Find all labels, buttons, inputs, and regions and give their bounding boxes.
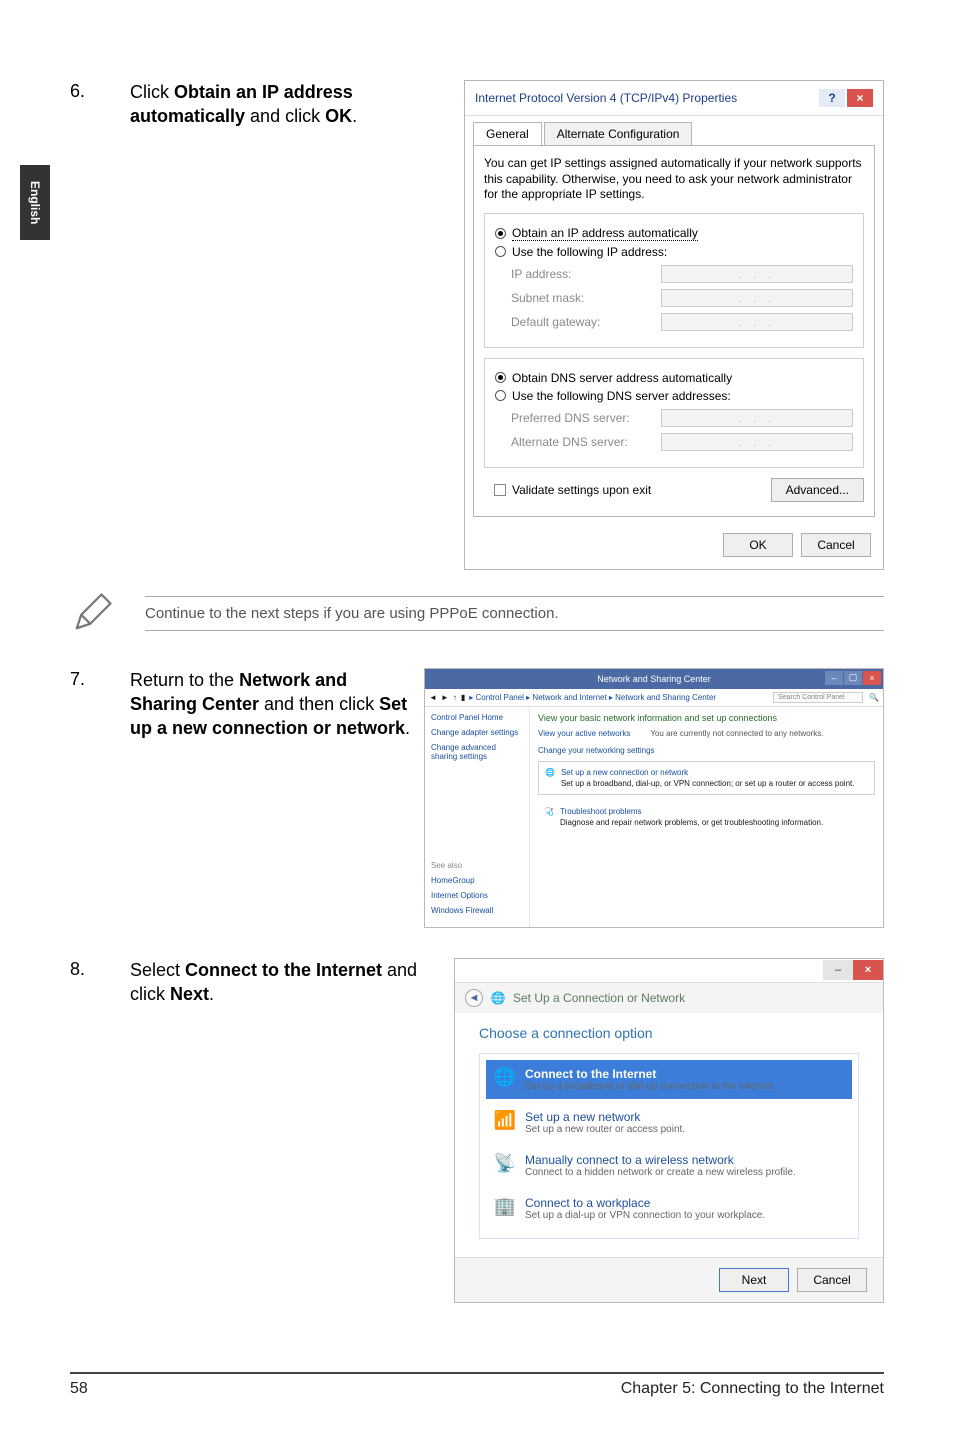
- alternate-dns-field[interactable]: . . .: [661, 433, 853, 451]
- label-use-following-ip: Use the following IP address:: [512, 245, 667, 259]
- next-button[interactable]: Next: [719, 1268, 789, 1292]
- radio-use-following-dns[interactable]: [495, 390, 506, 401]
- step8-text: Select Connect to the Internet and click…: [130, 958, 454, 1007]
- validate-checkbox[interactable]: [494, 484, 506, 496]
- option-connect-workplace-title: Connect to a workplace: [525, 1196, 765, 1210]
- option-manual-wireless[interactable]: 📡 Manually connect to a wireless network…: [486, 1146, 852, 1185]
- set-up-connection-dialog: – × ◄ 🌐 Set Up a Connection or Network C…: [454, 958, 884, 1303]
- sidebar-change-sharing[interactable]: Change advanced sharing settings: [431, 743, 523, 761]
- option-setup-new-network[interactable]: 📶 Set up a new network Set up a new rout…: [486, 1103, 852, 1142]
- help-button[interactable]: ?: [819, 89, 845, 107]
- option-connect-internet-title: Connect to the Internet: [525, 1067, 776, 1081]
- radio-obtain-dns-auto[interactable]: [495, 372, 506, 383]
- step6-text: Click Obtain an IP address automatically…: [130, 80, 464, 129]
- building-icon: 🏢: [493, 1196, 517, 1217]
- search-icon[interactable]: 🔍: [869, 693, 879, 702]
- label-obtain-dns-auto: Obtain DNS server address automatically: [512, 371, 732, 385]
- breadcrumb[interactable]: ▸ Control Panel ▸ Network and Internet ▸…: [469, 693, 716, 702]
- sidebar-windows-firewall[interactable]: Windows Firewall: [431, 906, 523, 915]
- up-arrow-icon[interactable]: ↑: [453, 693, 457, 702]
- maximize-button[interactable]: ▢: [844, 671, 862, 685]
- back-button[interactable]: ◄: [465, 989, 483, 1007]
- ok-button[interactable]: OK: [723, 533, 793, 557]
- nsc-window-title: Network and Sharing Center: [597, 674, 711, 684]
- label-subnet-mask: Subnet mask:: [511, 291, 661, 305]
- chapter-title: Chapter 5: Connecting to the Internet: [621, 1380, 884, 1398]
- option-setup-new-network-sub: Set up a new router or access point.: [525, 1124, 685, 1135]
- nsc-change-settings-heading: Change your networking settings: [538, 746, 875, 755]
- option-manual-wireless-title: Manually connect to a wireless network: [525, 1153, 796, 1167]
- nsc-setup-connection-sub: Set up a broadband, dial-up, or VPN conn…: [561, 779, 855, 788]
- addr-crumb-icon: ▮: [461, 693, 465, 702]
- nsc-troubleshoot-block[interactable]: 🩺 Troubleshoot problems Diagnose and rep…: [538, 801, 875, 833]
- label-ip-address: IP address:: [511, 267, 661, 281]
- subnet-mask-field[interactable]: . . .: [661, 289, 853, 307]
- language-tab: English: [20, 165, 50, 240]
- nsc-setup-connection-block[interactable]: 🌐 Set up a new connection or network Set…: [538, 761, 875, 795]
- page-number: 58: [70, 1380, 88, 1398]
- forward-arrow-icon[interactable]: ►: [441, 693, 449, 702]
- step8-number: 8.: [70, 958, 130, 981]
- note-text: Continue to the next steps if you are us…: [145, 596, 884, 631]
- nsc-troubleshoot-sub: Diagnose and repair network problems, or…: [560, 818, 823, 827]
- minimize-button[interactable]: –: [825, 671, 843, 685]
- nsc-setup-connection-title: Set up a new connection or network: [561, 768, 855, 777]
- router-icon: 📶: [493, 1110, 517, 1131]
- ipv4-properties-dialog: Internet Protocol Version 4 (TCP/IPv4) P…: [464, 80, 884, 570]
- nsc-troubleshoot-title: Troubleshoot problems: [560, 807, 823, 816]
- network-sharing-center-window: Network and Sharing Center – ▢ × ◄ ► ↑ ▮…: [424, 668, 884, 928]
- option-setup-new-network-title: Set up a new network: [525, 1110, 685, 1124]
- ipv4-description: You can get IP settings assigned automat…: [484, 156, 864, 203]
- step6-number: 6.: [70, 80, 130, 103]
- nsc-view-active-networks: View your active networks: [538, 729, 630, 738]
- sidebar-homegroup[interactable]: HomeGroup: [431, 876, 523, 885]
- globe-icon: 🌐: [493, 1067, 517, 1088]
- minimize-button[interactable]: –: [823, 960, 853, 980]
- language-tab-label: English: [28, 181, 42, 224]
- wizard-title: Set Up a Connection or Network: [513, 991, 685, 1005]
- label-default-gateway: Default gateway:: [511, 315, 661, 329]
- step7-number: 7.: [70, 668, 130, 691]
- nsc-no-networks: You are currently not connected to any n…: [650, 729, 823, 738]
- option-connect-internet[interactable]: 🌐 Connect to the Internet Set up a broad…: [486, 1060, 852, 1099]
- label-alternate-dns: Alternate DNS server:: [511, 435, 661, 449]
- pencil-icon: [70, 590, 125, 638]
- tab-general[interactable]: General: [473, 122, 542, 145]
- option-connect-workplace[interactable]: 🏢 Connect to a workplace Set up a dial-u…: [486, 1189, 852, 1228]
- network-wizard-icon: 🌐: [491, 991, 505, 1005]
- label-obtain-ip-auto: Obtain an IP address automatically: [512, 226, 698, 241]
- close-button[interactable]: ×: [853, 960, 883, 980]
- sidebar-see-also: See also: [431, 861, 523, 870]
- cancel-button[interactable]: Cancel: [801, 533, 871, 557]
- close-button[interactable]: ×: [863, 671, 881, 685]
- radio-obtain-ip-auto[interactable]: [495, 228, 506, 239]
- close-button[interactable]: ×: [847, 89, 873, 107]
- wireless-icon: 📡: [493, 1153, 517, 1174]
- sidebar-control-panel-home[interactable]: Control Panel Home: [431, 713, 523, 722]
- preferred-dns-field[interactable]: . . .: [661, 409, 853, 427]
- ip-address-field[interactable]: . . .: [661, 265, 853, 283]
- default-gateway-field[interactable]: . . .: [661, 313, 853, 331]
- nsc-heading: View your basic network information and …: [538, 713, 875, 723]
- radio-use-following-ip[interactable]: [495, 246, 506, 257]
- troubleshoot-icon: 🩺: [544, 807, 554, 827]
- advanced-button[interactable]: Advanced...: [771, 478, 864, 502]
- choose-option-heading: Choose a connection option: [479, 1025, 859, 1041]
- option-connect-internet-sub: Set up a broadband or dial-up connection…: [525, 1081, 776, 1092]
- label-use-following-dns: Use the following DNS server addresses:: [512, 389, 731, 403]
- search-control-panel-input[interactable]: Search Control Panel: [773, 692, 863, 703]
- option-manual-wireless-sub: Connect to a hidden network or create a …: [525, 1167, 796, 1178]
- option-connect-workplace-sub: Set up a dial-up or VPN connection to yo…: [525, 1210, 765, 1221]
- sidebar-internet-options[interactable]: Internet Options: [431, 891, 523, 900]
- back-arrow-icon[interactable]: ◄: [429, 693, 437, 702]
- sidebar-change-adapter[interactable]: Change adapter settings: [431, 728, 523, 737]
- step7-text: Return to the Network and Sharing Center…: [130, 668, 424, 741]
- ipv4-dialog-title: Internet Protocol Version 4 (TCP/IPv4) P…: [475, 91, 737, 105]
- cancel-button[interactable]: Cancel: [797, 1268, 867, 1292]
- tab-alternate-configuration[interactable]: Alternate Configuration: [544, 122, 693, 145]
- label-preferred-dns: Preferred DNS server:: [511, 411, 661, 425]
- network-icon: 🌐: [545, 768, 555, 788]
- validate-label: Validate settings upon exit: [512, 483, 651, 497]
